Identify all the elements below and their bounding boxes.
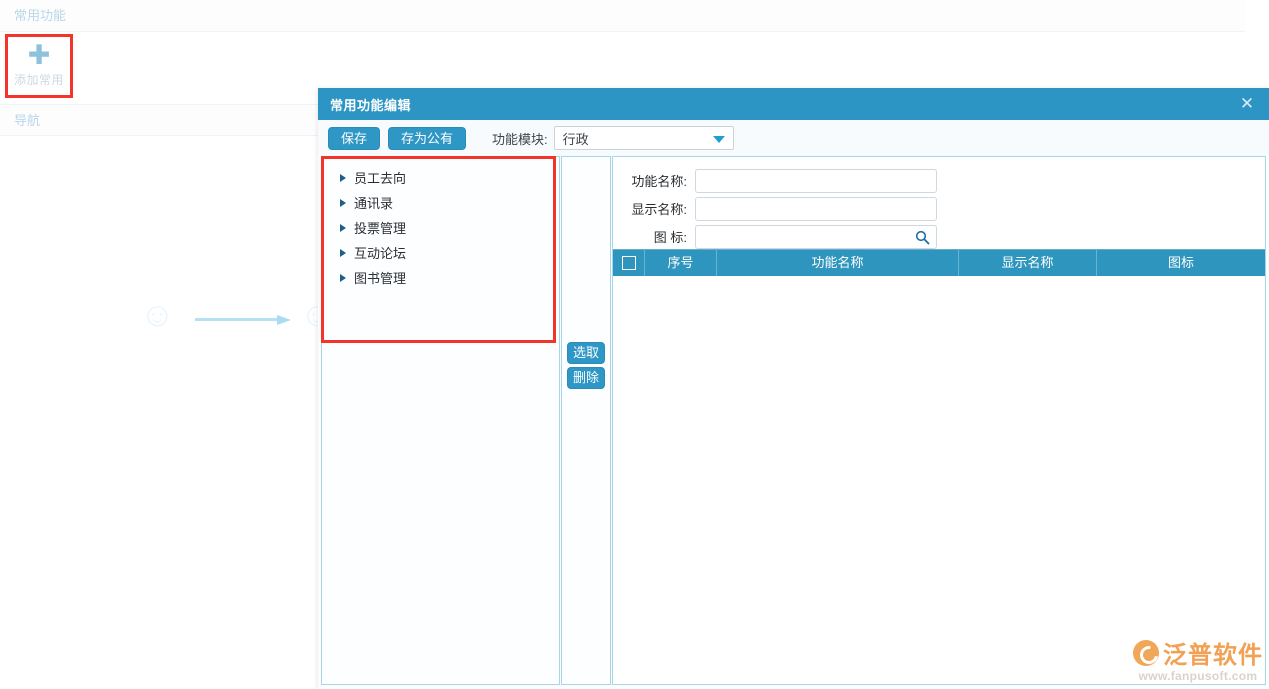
add-common-function-label: 添加常用 <box>13 72 64 87</box>
dialog-body: 员工去向 通讯录 投票管理 互动论坛 图书管理 选取 删除 功能名称: 显示名称… <box>320 156 1267 687</box>
chevron-down-icon <box>712 136 725 143</box>
plus-icon: ✚ <box>27 39 51 70</box>
module-label: 功能模块: <box>492 131 548 147</box>
display-name-input[interactable] <box>696 197 936 220</box>
grid-column-header-display-name[interactable]: 显示名称 <box>959 250 1097 276</box>
chevron-right-icon <box>340 173 346 182</box>
display-name-input-wrap[interactable] <box>695 196 937 221</box>
icon-input[interactable] <box>696 225 936 248</box>
delete-button[interactable]: 删除 <box>567 367 605 389</box>
module-select-value: 行政 <box>562 131 589 147</box>
function-tree-panel[interactable]: 员工去向 通讯录 投票管理 互动论坛 图书管理 <box>321 156 560 685</box>
function-name-input[interactable] <box>696 169 936 192</box>
tree-item-employee-whereabouts[interactable]: 员工去向 <box>322 165 559 190</box>
search-icon[interactable] <box>915 230 930 245</box>
tree-item-book-management[interactable]: 图书管理 <box>322 265 559 290</box>
common-function-edit-dialog: 常用功能编辑 ✕ 保存 存为公有 功能模块: 行政 员工去向 通讯录 投票管理 <box>318 88 1269 689</box>
function-detail-form: 功能名称: 显示名称: 图 标: <box>613 157 1265 249</box>
section-header-common-functions: 常用功能 <box>0 0 1245 32</box>
chevron-right-icon <box>340 248 346 257</box>
grid-body <box>613 276 1265 678</box>
arrow-shaft <box>195 318 277 321</box>
function-name-input-wrap[interactable] <box>695 168 937 193</box>
chevron-right-icon <box>340 273 346 282</box>
grid-select-all-cell[interactable] <box>613 250 645 276</box>
select-button[interactable]: 选取 <box>567 342 605 364</box>
tree-item-address-book[interactable]: 通讯录 <box>322 190 559 215</box>
detail-panel: 功能名称: 显示名称: 图 标: 序号 功能名称 显示名称 图标 <box>612 156 1266 685</box>
grid-column-header-icon[interactable]: 图标 <box>1097 250 1265 276</box>
save-as-public-button[interactable]: 存为公有 <box>388 126 467 150</box>
tree-item-label: 员工去向 <box>354 171 407 186</box>
chevron-right-icon <box>340 223 346 232</box>
display-name-label: 显示名称: <box>631 202 687 217</box>
tree-item-interactive-forum[interactable]: 互动论坛 <box>322 240 559 265</box>
grid-header: 序号 功能名称 显示名称 图标 <box>613 249 1265 276</box>
function-name-label: 功能名称: <box>631 174 687 189</box>
close-icon[interactable]: ✕ <box>1235 88 1259 120</box>
tree-item-label: 互动论坛 <box>354 246 407 261</box>
arrow-head <box>277 315 291 325</box>
grid-column-header-function-name[interactable]: 功能名称 <box>717 250 959 276</box>
tree-item-label: 投票管理 <box>354 221 407 236</box>
tree-item-vote-management[interactable]: 投票管理 <box>322 215 559 240</box>
form-row-function-name: 功能名称: <box>613 167 1265 194</box>
background-arrow-icon <box>195 315 291 325</box>
tree-item-label: 图书管理 <box>354 271 407 286</box>
grid-column-header-seq[interactable]: 序号 <box>645 250 717 276</box>
dialog-title: 常用功能编辑 <box>330 97 412 113</box>
icon-label: 图 标: <box>653 230 687 245</box>
module-select[interactable]: 行政 <box>553 126 734 150</box>
add-common-function-button[interactable]: ✚ 添加常用 <box>8 37 70 94</box>
chevron-right-icon <box>340 198 346 207</box>
form-row-icon: 图 标: <box>613 223 1265 250</box>
icon-input-wrap[interactable] <box>695 224 937 249</box>
dialog-toolbar: 保存 存为公有 功能模块: 行政 <box>318 120 1269 156</box>
form-row-display-name: 显示名称: <box>613 195 1265 222</box>
transfer-button-column: 选取 删除 <box>561 156 611 685</box>
background-ghost-figure-left: ☺ <box>140 296 175 334</box>
checkbox-unchecked-icon[interactable] <box>621 256 636 270</box>
tree-item-label: 通讯录 <box>354 196 394 211</box>
dialog-titlebar: 常用功能编辑 ✕ <box>318 88 1269 120</box>
save-button[interactable]: 保存 <box>328 126 381 150</box>
